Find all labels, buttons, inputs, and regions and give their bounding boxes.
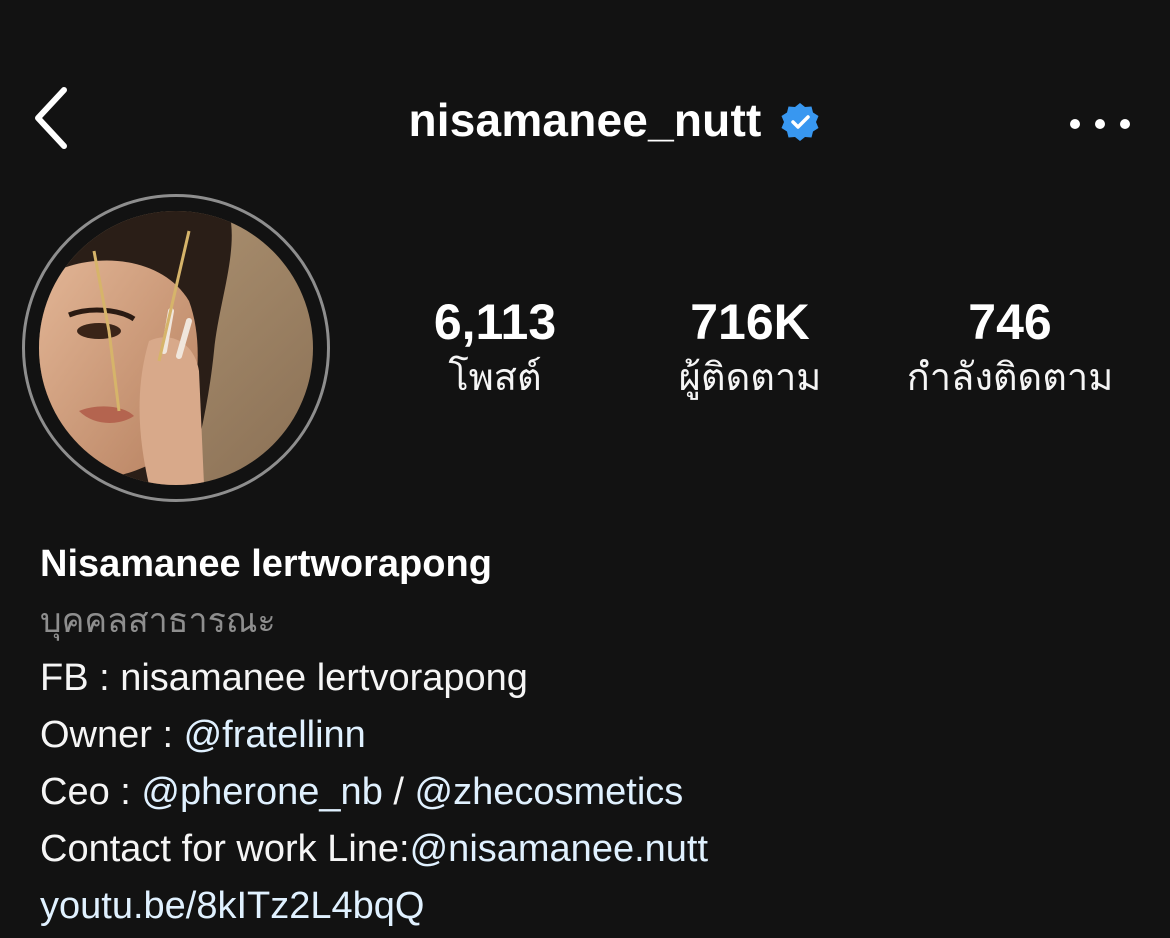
followers-count: 716K xyxy=(690,294,810,350)
stat-following[interactable]: 746 กำลังติดตาม xyxy=(880,292,1140,402)
verified-badge-icon xyxy=(781,103,818,141)
contact-mention-link[interactable]: @nisamanee.nutt xyxy=(410,828,708,870)
profile-header: nisamanee_nutt xyxy=(0,0,1170,200)
owner-prefix: Owner : xyxy=(40,714,184,756)
account-category: บุคคลสาธารณะ xyxy=(40,601,276,641)
bio-external-link[interactable]: youtu.be/8kITz2L4bqQ xyxy=(40,878,1140,935)
display-name: Nisamanee lertworapong xyxy=(40,543,492,585)
avatar-ring[interactable] xyxy=(22,194,330,502)
contact-prefix: Contact for work Line: xyxy=(40,828,410,870)
following-label: กำลังติดตาม xyxy=(906,355,1114,399)
followers-label: ผู้ติดตาม xyxy=(678,355,822,399)
following-count: 746 xyxy=(968,294,1052,350)
stat-posts[interactable]: 6,113 โพสต์ xyxy=(400,292,590,402)
owner-mention-link[interactable]: @fratellinn xyxy=(184,714,366,756)
posts-label: โพสต์ xyxy=(448,355,542,399)
profile-stats: 6,113 โพสต์ 716K ผู้ติดตาม 746 กำลังติดต… xyxy=(400,292,1140,412)
bio-fb-line: FB : nisamanee lertvorapong xyxy=(40,657,528,699)
ceo-mention-link-2[interactable]: @zhecosmetics xyxy=(415,771,684,813)
bio-ceo-line: Ceo : @pherone_nb / @zhecosmetics xyxy=(40,764,1140,821)
ceo-separator: / xyxy=(382,771,415,813)
more-dot-icon xyxy=(1070,119,1080,129)
avatar xyxy=(39,211,313,485)
header-title: nisamanee_nutt xyxy=(0,96,1170,144)
ceo-mention-link-1[interactable]: @pherone_nb xyxy=(141,771,382,813)
bio-contact-line: Contact for work Line:@nisamanee.nutt xyxy=(40,821,1140,878)
more-options-button[interactable] xyxy=(1070,104,1130,144)
more-dot-icon xyxy=(1095,119,1105,129)
bio-owner-line: Owner : @fratellinn xyxy=(40,707,1140,764)
profile-username: nisamanee_nutt xyxy=(408,94,762,146)
profile-bio: Nisamanee lertworapong บุคคลสาธารณะ FB :… xyxy=(40,536,1140,935)
stat-followers[interactable]: 716K ผู้ติดตาม xyxy=(650,292,850,402)
posts-count: 6,113 xyxy=(433,294,557,350)
more-dot-icon xyxy=(1120,119,1130,129)
ceo-prefix: Ceo : xyxy=(40,771,142,813)
